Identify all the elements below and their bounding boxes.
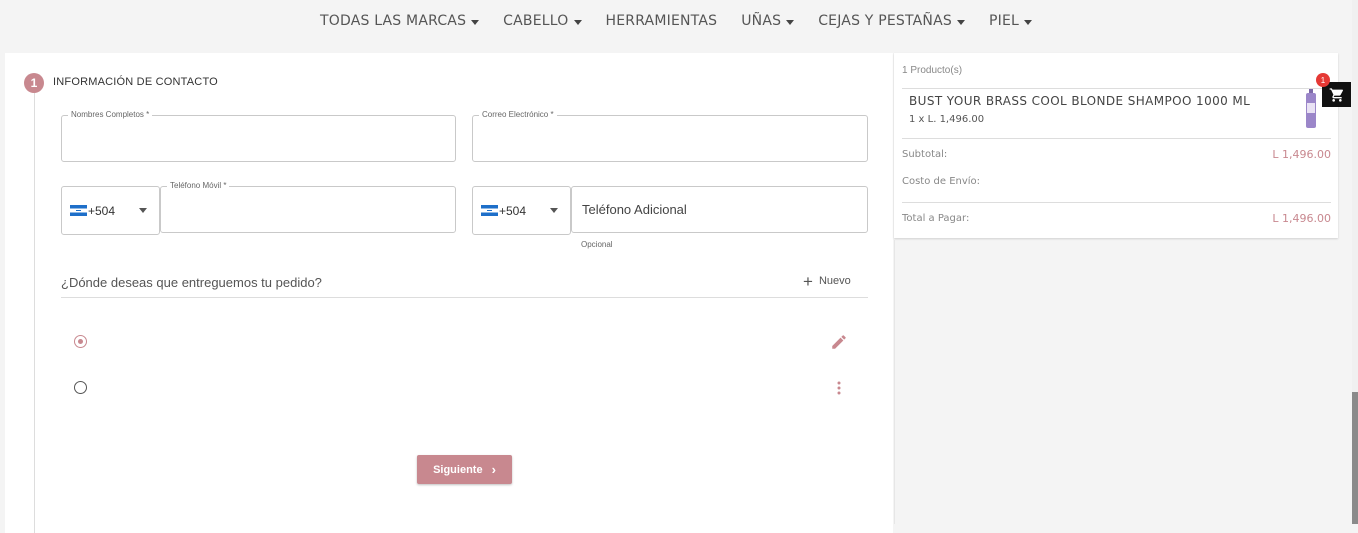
next-button-label: Siguiente bbox=[433, 463, 483, 476]
mobile-phone-label: Teléfono Móvil * bbox=[167, 181, 230, 191]
shipping-label: Costo de Envío: bbox=[902, 176, 981, 187]
step-title: INFORMACIÓN DE CONTACTO bbox=[53, 76, 218, 88]
caret-down-icon bbox=[786, 19, 795, 25]
mobile-phone-field[interactable]: Teléfono Móvil * bbox=[160, 181, 456, 233]
caret-down-icon bbox=[471, 19, 480, 25]
full-name-label: Nombres Completos * bbox=[68, 110, 153, 120]
honduras-flag-icon bbox=[70, 205, 87, 216]
divider bbox=[902, 202, 1331, 203]
divider bbox=[902, 138, 1331, 139]
product-thumbnail bbox=[1304, 89, 1318, 134]
cart-count-badge: 1 bbox=[1316, 73, 1330, 87]
caret-down-icon bbox=[573, 19, 582, 25]
nav-item-unas[interactable]: UÑAS bbox=[741, 13, 795, 29]
nav-item-piel[interactable]: PIEL bbox=[989, 13, 1032, 29]
nav-item-todas-las-marcas[interactable]: TODAS LAS MARCAS bbox=[319, 13, 480, 29]
product-name: BUST YOUR BRASS COOL BLONDE SHAMPOO 1000… bbox=[909, 94, 1251, 108]
new-address-label: Nuevo bbox=[818, 275, 851, 287]
nav-item-cejas-y-pestanas[interactable]: CEJAS Y PESTAÑAS bbox=[818, 13, 965, 29]
nav-item-label: UÑAS bbox=[741, 13, 782, 29]
divider bbox=[61, 297, 868, 298]
more-vert-icon[interactable] bbox=[833, 379, 845, 402]
subtotal-label: Subtotal: bbox=[902, 149, 948, 160]
caret-down-icon bbox=[956, 19, 965, 25]
total-label: Total a Pagar: bbox=[902, 213, 970, 224]
additional-phone-field[interactable]: Teléfono Adicional bbox=[571, 186, 868, 233]
product-count: 1 Producto(s) bbox=[902, 65, 963, 76]
step-line bbox=[34, 93, 35, 533]
edit-icon[interactable] bbox=[830, 333, 848, 356]
next-button[interactable]: Siguiente › bbox=[417, 455, 512, 484]
caret-down-icon bbox=[1024, 19, 1032, 25]
nav-item-cabello[interactable]: CABELLO bbox=[503, 13, 582, 29]
email-field[interactable]: Correo Electrónico * bbox=[472, 110, 868, 162]
address-radio[interactable] bbox=[74, 381, 87, 394]
extra-country-select[interactable]: +504 bbox=[472, 186, 571, 235]
chevron-right-icon: › bbox=[491, 462, 496, 477]
scrollbar-thumb[interactable] bbox=[1352, 392, 1358, 524]
nav-item-herramientas[interactable]: HERRAMIENTAS bbox=[606, 13, 718, 29]
top-navigation: TODAS LAS MARCAS CABELLO HERRAMIENTAS UÑ… bbox=[0, 0, 1352, 42]
nav-item-label: CABELLO bbox=[503, 13, 569, 29]
honduras-flag-icon bbox=[481, 205, 498, 216]
shopping-cart-icon bbox=[1329, 87, 1343, 102]
product-qty-price: 1 x L. 1,496.00 bbox=[909, 114, 985, 125]
total-value: L 1,496.00 bbox=[1272, 212, 1331, 225]
dropdown-arrow-icon bbox=[139, 208, 147, 213]
new-address-button[interactable]: + Nuevo bbox=[803, 271, 851, 291]
address-radio-selected[interactable] bbox=[74, 335, 87, 348]
email-label: Correo Electrónico * bbox=[479, 110, 557, 120]
nav-item-label: CEJAS Y PESTAÑAS bbox=[818, 13, 952, 29]
nav-item-label: HERRAMIENTAS bbox=[605, 13, 718, 29]
divider bbox=[902, 88, 1331, 89]
order-summary-card: 1 Producto(s) BUST YOUR BRASS COOL BLOND… bbox=[894, 53, 1338, 238]
mobile-country-select[interactable]: +504 bbox=[61, 186, 160, 235]
mobile-country-code: +504 bbox=[88, 203, 116, 218]
subtotal-value: L 1,496.00 bbox=[1272, 148, 1331, 161]
divider bbox=[894, 240, 895, 524]
extra-country-code: +504 bbox=[499, 203, 527, 218]
step-number-badge: 1 bbox=[24, 73, 44, 93]
additional-phone-placeholder: Teléfono Adicional bbox=[582, 202, 687, 217]
delivery-question: ¿Dónde deseas que entreguemos tu pedido? bbox=[61, 275, 322, 290]
plus-icon: + bbox=[803, 271, 813, 291]
full-name-field[interactable]: Nombres Completos * bbox=[61, 110, 456, 162]
nav-item-label: PIEL bbox=[988, 13, 1019, 29]
additional-phone-hint: Opcional bbox=[581, 240, 613, 249]
contact-info-card: 1 INFORMACIÓN DE CONTACTO Nombres Comple… bbox=[5, 53, 893, 533]
dropdown-arrow-icon bbox=[550, 208, 558, 213]
nav-item-label: TODAS LAS MARCAS bbox=[319, 13, 467, 29]
